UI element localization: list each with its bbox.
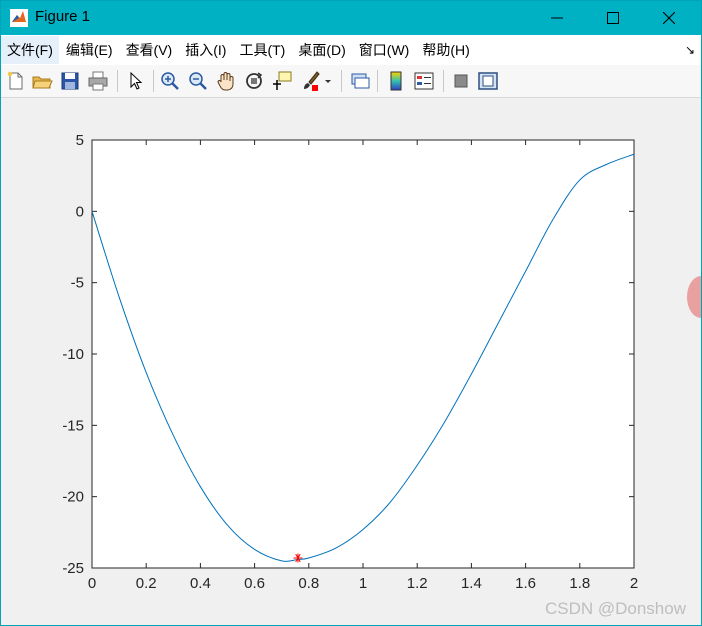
- rotate-3d-icon[interactable]: [243, 70, 265, 92]
- x-tick-label: 1.6: [515, 575, 536, 592]
- toolbar-separator: [377, 70, 378, 92]
- x-tick-label: 1: [359, 575, 367, 592]
- y-tick-label: 0: [76, 203, 84, 220]
- x-tick-label: 0: [88, 575, 96, 592]
- menu-bar: 文件(F) 编辑(E) 查看(V) 插入(I) 工具(T) 桌面(D) 窗口(W…: [1, 35, 701, 65]
- hide-plot-tools-icon[interactable]: [450, 70, 472, 92]
- open-file-icon[interactable]: [31, 70, 53, 92]
- toolbar-separator: [153, 70, 154, 92]
- legend-icon[interactable]: [413, 70, 435, 92]
- figure-toolbar: [1, 65, 701, 98]
- x-tick-label: 1.2: [407, 575, 428, 592]
- x-tick-label: 1.8: [569, 575, 590, 592]
- select-arrow-icon[interactable]: [125, 70, 147, 92]
- close-button[interactable]: [641, 1, 697, 35]
- toolbar-separator: [117, 70, 118, 92]
- new-figure-icon[interactable]: [5, 70, 27, 92]
- x-tick-label: 0.2: [136, 575, 157, 592]
- axes-box: [91, 139, 635, 569]
- menu-window[interactable]: 窗口(W): [353, 36, 416, 64]
- print-icon[interactable]: [87, 70, 109, 92]
- data-cursor-icon[interactable]: [271, 70, 293, 92]
- dock-arrow-icon[interactable]: ↘: [685, 43, 695, 57]
- y-tick-label: -5: [71, 275, 84, 292]
- x-tick-label: 2: [630, 575, 638, 592]
- menu-help[interactable]: 帮助(H): [416, 36, 475, 64]
- x-tick-label: 1.4: [461, 575, 482, 592]
- menu-view[interactable]: 查看(V): [120, 36, 179, 64]
- menu-file[interactable]: 文件(F): [1, 36, 59, 64]
- y-tick-label: 5: [76, 132, 84, 149]
- x-tick-label: 0.4: [190, 575, 211, 592]
- show-plot-tools-icon[interactable]: [477, 70, 499, 92]
- zoom-out-icon[interactable]: [187, 70, 209, 92]
- matlab-icon: [10, 9, 28, 27]
- window-title: Figure 1: [35, 8, 91, 25]
- link-plot-icon[interactable]: [349, 70, 371, 92]
- pan-hand-icon[interactable]: [215, 70, 237, 92]
- save-icon[interactable]: [59, 70, 81, 92]
- x-tick-label: 0.8: [298, 575, 319, 592]
- y-tick-label: -15: [62, 417, 84, 434]
- menu-edit[interactable]: 编辑(E): [60, 36, 119, 64]
- maximize-icon: [607, 12, 619, 24]
- menu-insert[interactable]: 插入(I): [179, 36, 232, 64]
- plot-axes[interactable]: 0 0.2 0.4 0.6 0.8 1 1.2 1.4 1.6 1.8 2 5 0 -5 -10 -15 -20…: [1, 98, 701, 618]
- figure-window: Figure 1 文件(F) 编辑(E) 查看(V) 插入(I) 工具(T) 桌…: [0, 0, 702, 626]
- close-icon: [663, 12, 675, 24]
- menu-desktop[interactable]: 桌面(D): [292, 36, 351, 64]
- maximize-button[interactable]: [585, 1, 641, 35]
- toolbar-separator: [443, 70, 444, 92]
- minimize-button[interactable]: [529, 1, 585, 35]
- title-bar[interactable]: Figure 1: [1, 1, 701, 35]
- watermark: CSDN @Donshow: [544, 599, 686, 618]
- colorbar-icon[interactable]: [385, 70, 407, 92]
- chevron-down-icon[interactable]: [323, 70, 333, 92]
- y-tick-label: -25: [62, 560, 84, 577]
- minimize-icon: [551, 17, 563, 19]
- brush-icon[interactable]: [299, 70, 321, 92]
- zoom-in-icon[interactable]: [159, 70, 181, 92]
- y-tick-label: -10: [62, 346, 84, 363]
- y-tick-label: -20: [62, 489, 84, 506]
- x-tick-label: 0.6: [244, 575, 265, 592]
- menu-tools[interactable]: 工具(T): [233, 36, 291, 64]
- toolbar-separator: [341, 70, 342, 92]
